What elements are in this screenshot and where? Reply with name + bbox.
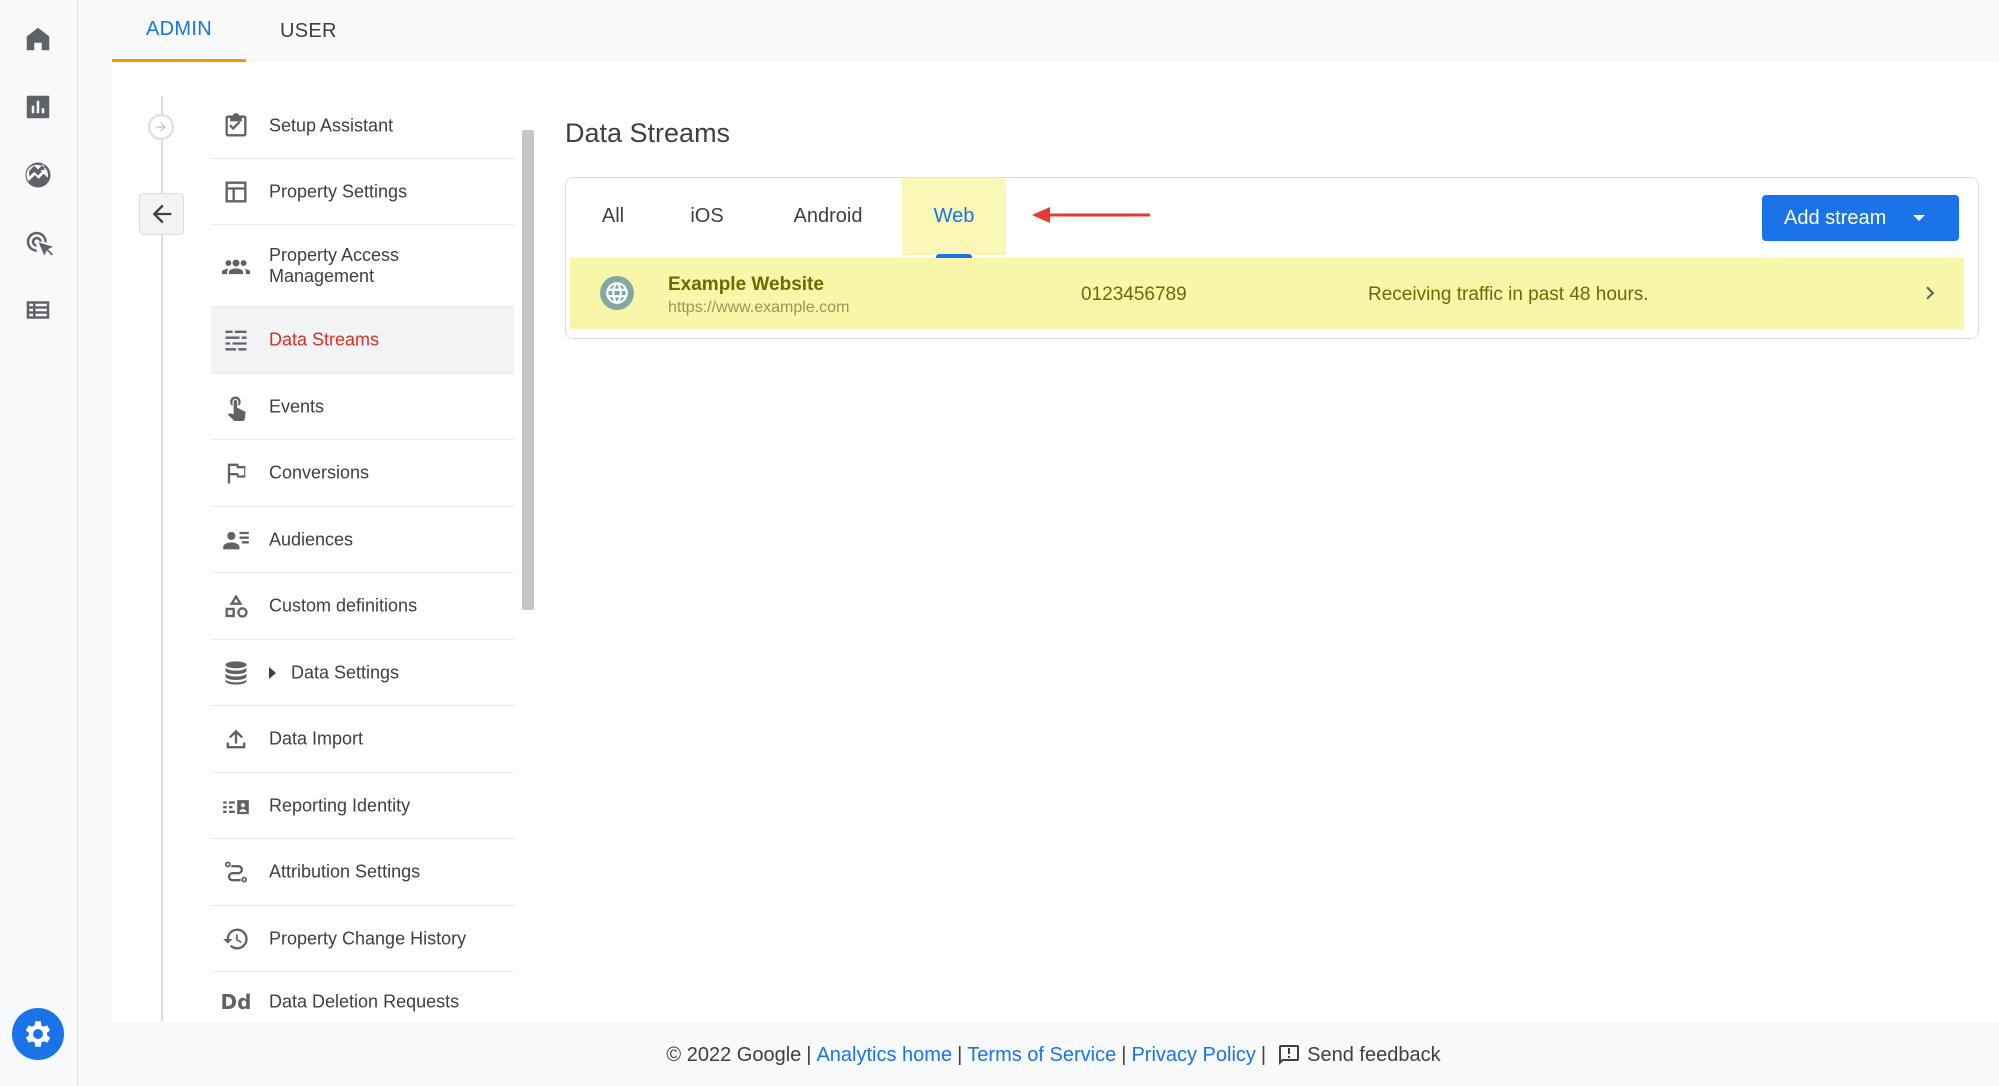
admin-user-tabs: ADMIN USER — [112, 0, 371, 62]
red-arrow-annotation — [1032, 207, 1150, 223]
tab-web[interactable]: Web — [902, 178, 1006, 259]
nav-item-label: Data Settings — [291, 662, 400, 682]
property-nav: Setup Assistant Property Settings Proper… — [211, 93, 514, 1032]
footer-separator: | — [957, 1043, 963, 1066]
configure-icon[interactable] — [21, 293, 55, 327]
stream-filter-tabs: All iOS Android Web — [566, 178, 1006, 259]
history-icon — [221, 924, 251, 954]
back-arrow-icon[interactable] — [139, 193, 184, 235]
tab-user[interactable]: USER — [246, 0, 371, 62]
nav-item-label: Data Deletion Requests — [269, 991, 460, 1012]
expand-caret-icon[interactable] — [269, 666, 276, 679]
analytics-admin-page: ADMIN USER Setup Assistant Property Sett… — [0, 0, 1999, 1086]
copyright-text: © 2022 Google — [666, 1043, 802, 1066]
stream-row[interactable]: Example Website https://www.example.com … — [570, 258, 1964, 329]
nav-item-attribution-settings[interactable]: Attribution Settings — [211, 839, 514, 906]
page-title: Data Streams — [565, 118, 731, 148]
dd-icon: Dd — [220, 990, 252, 1014]
left-rail — [0, 0, 78, 1086]
advertising-icon[interactable] — [21, 226, 55, 260]
add-stream-button[interactable]: Add stream — [1762, 195, 1959, 241]
privacy-policy-link[interactable]: Privacy Policy — [1131, 1044, 1255, 1067]
identity-icon — [221, 791, 251, 821]
audience-icon — [221, 525, 251, 555]
nav-scrollbar[interactable] — [522, 130, 534, 610]
touch-icon — [221, 392, 251, 422]
stream-id: 0123456789 — [1081, 284, 1187, 305]
nav-item-reporting-identity[interactable]: Reporting Identity — [211, 773, 514, 839]
nav-item-label: Custom definitions — [269, 595, 418, 616]
nav-item-label: Data Import — [269, 728, 364, 749]
add-stream-label: Add stream — [1784, 206, 1887, 229]
nav-item-label: Setup Assistant — [269, 115, 394, 135]
people-icon — [221, 251, 251, 281]
footer: © 2022 Google | Analytics home | Terms o… — [0, 1040, 1999, 1070]
caret-down-icon — [1913, 215, 1925, 221]
terms-of-service-link[interactable]: Terms of Service — [967, 1044, 1116, 1067]
nav-item-label: Audiences — [269, 529, 354, 549]
nav-item-property-settings[interactable]: Property Settings — [211, 159, 514, 225]
tab-all[interactable]: All — [566, 178, 660, 255]
footer-separator: | — [1260, 1043, 1267, 1066]
layout-icon — [221, 177, 251, 207]
nav-item-label: Property Settings — [269, 181, 408, 201]
analytics-home-link[interactable]: Analytics home — [816, 1044, 952, 1067]
reports-icon[interactable] — [21, 90, 55, 124]
nav-item-label: Property Access Management — [269, 244, 400, 286]
nav-item-property-access-management[interactable]: Property Access Management — [211, 225, 514, 307]
footer-separator: | — [806, 1043, 812, 1066]
checklist-icon — [221, 111, 251, 141]
nav-item-audiences[interactable]: Audiences — [211, 507, 514, 573]
send-feedback-button[interactable]: Send feedback — [1277, 1043, 1441, 1067]
footer-separator: | — [1121, 1043, 1127, 1066]
nav-item-label: Reporting Identity — [269, 795, 411, 815]
database-icon — [221, 658, 251, 688]
nav-item-conversions[interactable]: Conversions — [211, 440, 514, 507]
nav-item-label: Attribution Settings — [269, 861, 421, 882]
flag-icon — [221, 458, 251, 488]
stream-url: https://www.example.com — [668, 299, 850, 316]
nav-item-property-change-history[interactable]: Property Change History — [211, 906, 514, 972]
nav-item-custom-definitions[interactable]: Custom definitions — [211, 573, 514, 640]
stream-status: Receiving traffic in past 48 hours. — [1368, 284, 1649, 305]
nav-item-setup-assistant[interactable]: Setup Assistant — [211, 93, 514, 159]
timeline-arrow-icon — [148, 114, 174, 140]
nav-item-data-settings[interactable]: Data Settings — [211, 640, 514, 706]
explore-icon[interactable] — [21, 158, 55, 192]
nav-item-data-streams[interactable]: Data Streams — [211, 307, 514, 374]
feedback-icon — [1279, 1045, 1300, 1065]
chevron-right-icon[interactable] — [1917, 280, 1943, 306]
nav-item-label: Property Change History — [269, 928, 467, 948]
nav-item-events[interactable]: Events — [211, 374, 514, 440]
home-icon[interactable] — [21, 22, 55, 56]
shapes-icon — [221, 591, 251, 621]
tab-admin[interactable]: ADMIN — [112, 0, 246, 62]
streams-icon — [221, 325, 251, 355]
send-feedback-label: Send feedback — [1307, 1043, 1441, 1066]
nav-item-label: Conversions — [269, 462, 370, 483]
tab-android[interactable]: Android — [754, 178, 902, 255]
globe-icon — [600, 276, 634, 310]
upload-icon — [221, 724, 251, 754]
nav-item-label: Events — [269, 396, 325, 416]
nav-item-data-import[interactable]: Data Import — [211, 706, 514, 773]
nav-item-data-deletion-requests[interactable]: Dd Data Deletion Requests — [211, 972, 514, 1032]
nav-item-label: Data Streams — [269, 329, 380, 350]
tab-ios[interactable]: iOS — [660, 178, 754, 255]
stream-name: Example Website — [668, 274, 824, 295]
attribution-icon — [221, 857, 251, 887]
